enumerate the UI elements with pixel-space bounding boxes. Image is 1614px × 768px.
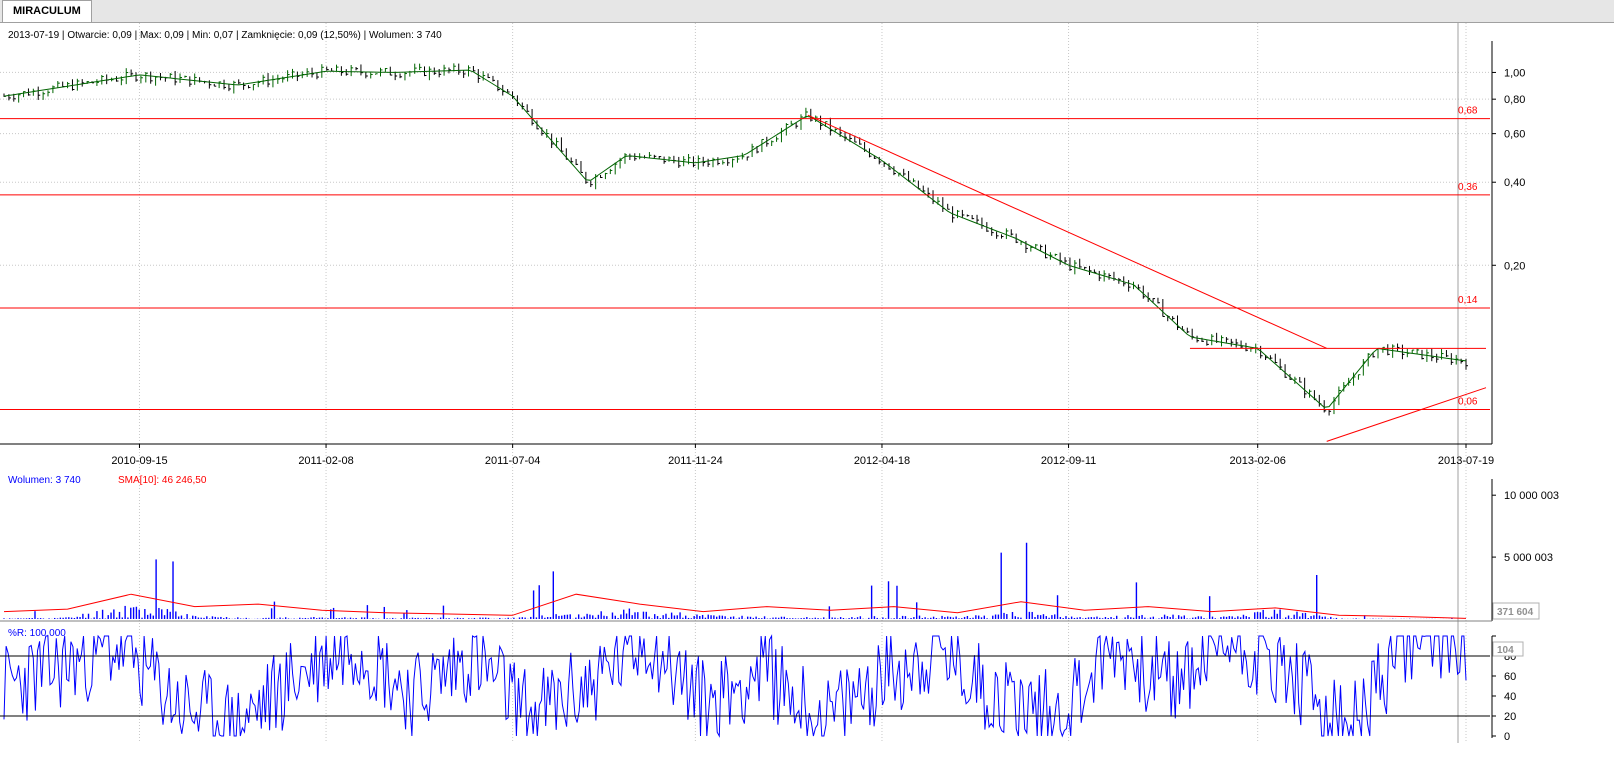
info-max: 0,09 bbox=[164, 30, 184, 41]
fib-level-label: 0,06 bbox=[1458, 397, 1478, 408]
wr-tick-label: 40 bbox=[1504, 691, 1516, 703]
date-tick-label: 2010-09-15 bbox=[111, 455, 167, 467]
info-volume: 3 740 bbox=[417, 30, 442, 41]
chart-window: MIRACULUM 2013-07-19 | Otwarcie: 0,09 | … bbox=[0, 0, 1614, 768]
date-tick-label: 2012-09-11 bbox=[1041, 455, 1096, 467]
tab-miraculum[interactable]: MIRACULUM bbox=[2, 0, 92, 22]
date-tick-label: 2013-07-19 bbox=[1438, 455, 1494, 467]
date-tick-label: 2011-07-04 bbox=[485, 455, 540, 467]
volume-tick-label: 5 000 003 bbox=[1504, 552, 1553, 564]
price-tick-label: 0,60 bbox=[1504, 129, 1525, 141]
fib-level-label: 0,14 bbox=[1458, 295, 1478, 306]
wr-tick-label: 20 bbox=[1504, 711, 1516, 723]
price-tick-label: 1,00 bbox=[1504, 67, 1525, 79]
price-tick-label: 0,80 bbox=[1504, 94, 1525, 106]
info-close: 0,09 (12,50%) bbox=[298, 30, 361, 41]
volume-label: Wolumen: 3 740 bbox=[8, 475, 81, 486]
tab-bar: MIRACULUM bbox=[0, 0, 1614, 23]
date-tick-label: 2011-11-24 bbox=[668, 455, 723, 467]
price-tick-label: 0,20 bbox=[1504, 260, 1525, 272]
wr-current-value: 104 bbox=[1497, 645, 1514, 656]
wr-tick-label: 60 bbox=[1504, 671, 1516, 683]
fib-level-label: 0,68 bbox=[1458, 106, 1478, 117]
sma-label: SMA[10]: 46 246,50 bbox=[118, 475, 207, 486]
info-line: 2013-07-19 | Otwarcie: 0,09 | Max: 0,09 … bbox=[8, 30, 442, 41]
info-date: 2013-07-19 bbox=[8, 30, 60, 41]
volume-tick-label: 10 000 003 bbox=[1504, 490, 1559, 502]
wr-label: %R: 100,000 bbox=[8, 628, 66, 639]
volume-current-value: 371 604 bbox=[1497, 607, 1534, 618]
date-tick-label: 2013-02-06 bbox=[1230, 455, 1286, 467]
chart-area[interactable]: 2013-07-19 | Otwarcie: 0,09 | Max: 0,09 … bbox=[0, 23, 1614, 768]
info-open: 0,09 bbox=[112, 30, 132, 41]
date-tick-label: 2012-04-18 bbox=[854, 455, 910, 467]
date-tick-label: 2011-02-08 bbox=[298, 455, 353, 467]
price-tick-label: 0,40 bbox=[1504, 177, 1525, 189]
fib-level-label: 0,36 bbox=[1458, 182, 1478, 193]
info-min: 0,07 bbox=[214, 30, 234, 41]
wr-tick-label: 0 bbox=[1504, 731, 1510, 743]
